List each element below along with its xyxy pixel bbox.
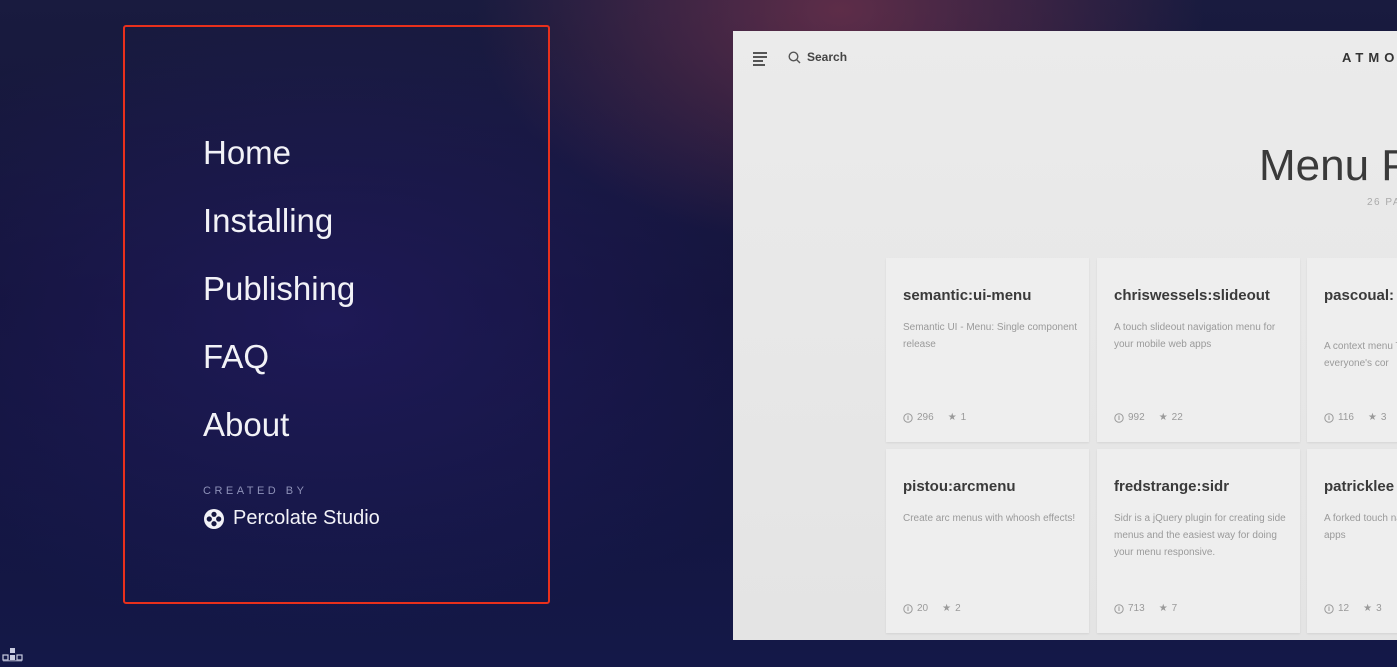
package-stats: 992 ★ 22 (1114, 412, 1183, 423)
star-count: 22 (1171, 412, 1183, 423)
download-icon (1324, 603, 1334, 614)
package-card[interactable]: semantic:ui-menu Semantic UI - Menu: Sin… (886, 258, 1089, 442)
download-count: 20 (917, 603, 929, 614)
download-icon (903, 412, 913, 423)
download-icon (1324, 412, 1334, 423)
download-count: 992 (1128, 412, 1145, 423)
package-description: A touch slideout navigation menu for you… (1114, 322, 1276, 350)
star-icon: ★ (942, 603, 952, 614)
search-label: Search (807, 50, 848, 64)
nav-item-about[interactable]: About (203, 391, 355, 459)
created-by-label: CREATED BY (203, 485, 308, 497)
package-name: fredstrange:sidr (1114, 478, 1230, 495)
nav-item-installing[interactable]: Installing (203, 187, 355, 255)
navigation-panel: Home Installing Publishing FAQ About CRE… (123, 25, 550, 604)
star-count: 7 (1171, 603, 1178, 614)
star-icon: ★ (1158, 603, 1168, 614)
package-card[interactable]: pascoual: contextme A context menu Twitt… (1307, 258, 1397, 442)
corner-logo-icon (2, 648, 23, 662)
nav-item-faq[interactable]: FAQ (203, 323, 355, 391)
package-card[interactable]: patricklee A forked touch navigation men… (1307, 449, 1397, 633)
package-description: A context menu Twitter Bootstr everyone'… (1324, 341, 1397, 369)
site-preview: Search ATMO Menu P 26 PA semantic:ui-men… (733, 31, 1397, 640)
package-description: Create arc menus with whoosh effects! (903, 513, 1076, 524)
download-count: 12 (1338, 603, 1350, 614)
package-card[interactable]: pistou:arcmenu Create arc menus with who… (886, 449, 1089, 633)
package-description: A forked touch navigation men web apps (1324, 513, 1397, 541)
download-icon (1114, 603, 1124, 614)
brand-logo[interactable]: ATMO (1342, 50, 1397, 65)
nav-item-home[interactable]: Home (203, 119, 355, 187)
star-count: 3 (1376, 603, 1382, 614)
top-bar: Search ATMO (733, 31, 1397, 85)
package-stats: 116 ★ 3 (1324, 412, 1386, 423)
star-icon: ★ (1367, 412, 1377, 423)
package-stats: 713 ★ 7 (1114, 603, 1177, 614)
download-count: 116 (1338, 412, 1354, 423)
package-stats: 20 ★ 2 (903, 603, 961, 614)
studio-name: Percolate Studio (233, 507, 380, 529)
menu-icon[interactable] (753, 52, 767, 66)
package-stats: 296 ★ 1 (903, 412, 966, 423)
download-count: 296 (917, 412, 934, 423)
package-name: patricklee (1324, 478, 1395, 495)
search-button[interactable]: Search (788, 50, 847, 64)
package-card[interactable]: fredstrange:sidr Sidr is a jQuery plugin… (1097, 449, 1300, 633)
package-card[interactable]: chriswessels:slideout A touch slideout n… (1097, 258, 1300, 442)
package-name: semantic:ui-menu (903, 287, 1032, 304)
package-description: Sidr is a jQuery plugin for creating sid… (1114, 513, 1286, 558)
package-stats: 12 ★ 3 (1324, 603, 1382, 614)
star-icon: ★ (1158, 412, 1168, 423)
search-icon (788, 50, 801, 63)
package-description: Semantic UI - Menu: Single component rel… (903, 322, 1077, 350)
star-icon: ★ (947, 412, 957, 423)
nav-list: Home Installing Publishing FAQ About (203, 119, 355, 459)
star-count: 3 (1380, 412, 1387, 423)
download-icon (1114, 412, 1124, 423)
page-title: Menu P (1259, 141, 1397, 190)
studio-link[interactable]: Percolate Studio (203, 507, 380, 530)
download-count: 713 (1128, 603, 1145, 614)
package-name: pistou:arcmenu (903, 478, 1016, 495)
package-count: 26 PA (1367, 197, 1397, 208)
percolate-logo-icon (204, 508, 224, 529)
package-name: chriswessels:slideout (1114, 287, 1270, 304)
star-icon: ★ (1363, 603, 1373, 614)
star-count: 1 (960, 412, 967, 423)
download-icon (903, 603, 913, 614)
star-count: 2 (955, 603, 961, 614)
package-name: pascoual: contextme (1324, 287, 1397, 304)
nav-item-publishing[interactable]: Publishing (203, 255, 355, 323)
